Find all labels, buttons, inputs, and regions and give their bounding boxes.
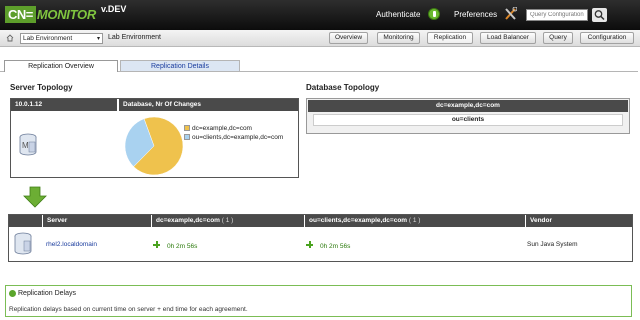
overview-button[interactable]: Overview xyxy=(329,32,368,44)
vendor-value: Sun Java System xyxy=(527,241,578,248)
environment-select-value: Lab Environment xyxy=(23,35,73,42)
legend-item: dc=example,dc=com xyxy=(184,125,252,132)
delays-description: Replication delays based on current time… xyxy=(9,306,248,313)
legend-swatch xyxy=(184,125,190,131)
logo-cn: CN= xyxy=(5,6,36,23)
replication-button[interactable]: Replication xyxy=(427,32,473,44)
column-label: Server xyxy=(47,217,68,224)
delays-title: Replication Delays xyxy=(18,290,76,297)
database-topology-panel: dc=example,dc=com ou=clients xyxy=(306,98,630,134)
environment-select[interactable]: Lab Environment ▾ xyxy=(20,33,103,44)
column-count: ( 1 ) xyxy=(221,217,234,224)
version-label: v.DEV xyxy=(101,4,127,14)
column-header-dc-example: dc=example,dc=com ( 1 ) xyxy=(152,215,304,227)
home-icon[interactable] xyxy=(6,34,14,42)
logo-monitor: MONITOR xyxy=(36,7,96,22)
column-label: Vendor xyxy=(530,217,553,224)
legend-label: ou=clients,dc=example,dc=com xyxy=(192,134,284,141)
search-icon xyxy=(594,10,605,21)
configuration-button[interactable]: Configuration xyxy=(580,32,634,44)
query-button[interactable]: Query xyxy=(543,32,573,44)
replication-delay: 0h 2m 56s xyxy=(320,243,351,250)
column-label: dc=example,dc=com xyxy=(156,217,220,224)
server-topology-title: Server Topology xyxy=(10,83,73,92)
tab-replication-overview[interactable]: Replication Overview xyxy=(4,60,118,72)
authenticate-link[interactable]: Authenticate xyxy=(376,10,420,19)
expand-plus-icon[interactable] xyxy=(306,241,313,248)
chart-header: Database, Nr Of Changes xyxy=(119,99,298,111)
changes-pie-chart xyxy=(124,116,184,176)
database-topology-title: Database Topology xyxy=(306,83,380,92)
expand-plus-icon[interactable] xyxy=(153,241,160,248)
monitoring-button[interactable]: Monitoring xyxy=(377,32,420,44)
environment-label: Lab Environment xyxy=(108,34,161,41)
column-header-vendor: Vendor xyxy=(526,215,632,227)
column-count: ( 1 ) xyxy=(408,217,421,224)
top-header: CN= MONITOR v.DEV Authenticate Preferenc… xyxy=(0,0,640,30)
app-logo[interactable]: CN= MONITOR xyxy=(5,6,96,23)
load-balancer-button[interactable]: Load Balancer xyxy=(480,32,536,44)
table-header-icon xyxy=(9,215,42,227)
tools-icon[interactable] xyxy=(504,7,517,21)
arrow-down-icon xyxy=(23,186,47,208)
environment-toolbar: Lab Environment ▾ Lab Environment Overvi… xyxy=(0,30,640,47)
database-child-node[interactable]: ou=clients xyxy=(313,114,623,126)
key-icon[interactable] xyxy=(428,8,440,20)
replication-delays-panel: Replication Delays Replication delays ba… xyxy=(5,285,632,317)
replication-delay: 0h 2m 56s xyxy=(167,243,198,250)
preferences-link[interactable]: Preferences xyxy=(454,10,497,19)
column-header-ou-clients: ou=clients,dc=example,dc=com ( 1 ) xyxy=(305,215,525,227)
column-label: ou=clients,dc=example,dc=com xyxy=(309,217,408,224)
server-header: 10.0.1.12 xyxy=(11,99,117,111)
legend-label: dc=example,dc=com xyxy=(192,125,252,132)
info-icon xyxy=(9,290,16,297)
query-configuration-input[interactable] xyxy=(526,9,588,21)
column-header-server: Server xyxy=(43,215,151,227)
server-database-icon[interactable] xyxy=(12,232,34,256)
database-root-node[interactable]: dc=example,dc=com xyxy=(308,100,628,112)
legend-item: ou=clients,dc=example,dc=com xyxy=(184,134,283,141)
chevron-down-icon: ▾ xyxy=(96,36,100,42)
server-database-icon[interactable]: M xyxy=(17,133,39,157)
legend-swatch xyxy=(184,134,190,140)
server-icon-letter: M xyxy=(22,141,29,150)
server-topology-panel: 10.0.1.12 Database, Nr Of Changes M dc=e… xyxy=(10,98,299,178)
replication-table: Server dc=example,dc=com ( 1 ) ou=client… xyxy=(8,214,633,262)
search-button[interactable] xyxy=(592,8,607,22)
server-link[interactable]: rhel2.localdomain xyxy=(46,241,97,248)
tab-divider xyxy=(118,71,638,72)
